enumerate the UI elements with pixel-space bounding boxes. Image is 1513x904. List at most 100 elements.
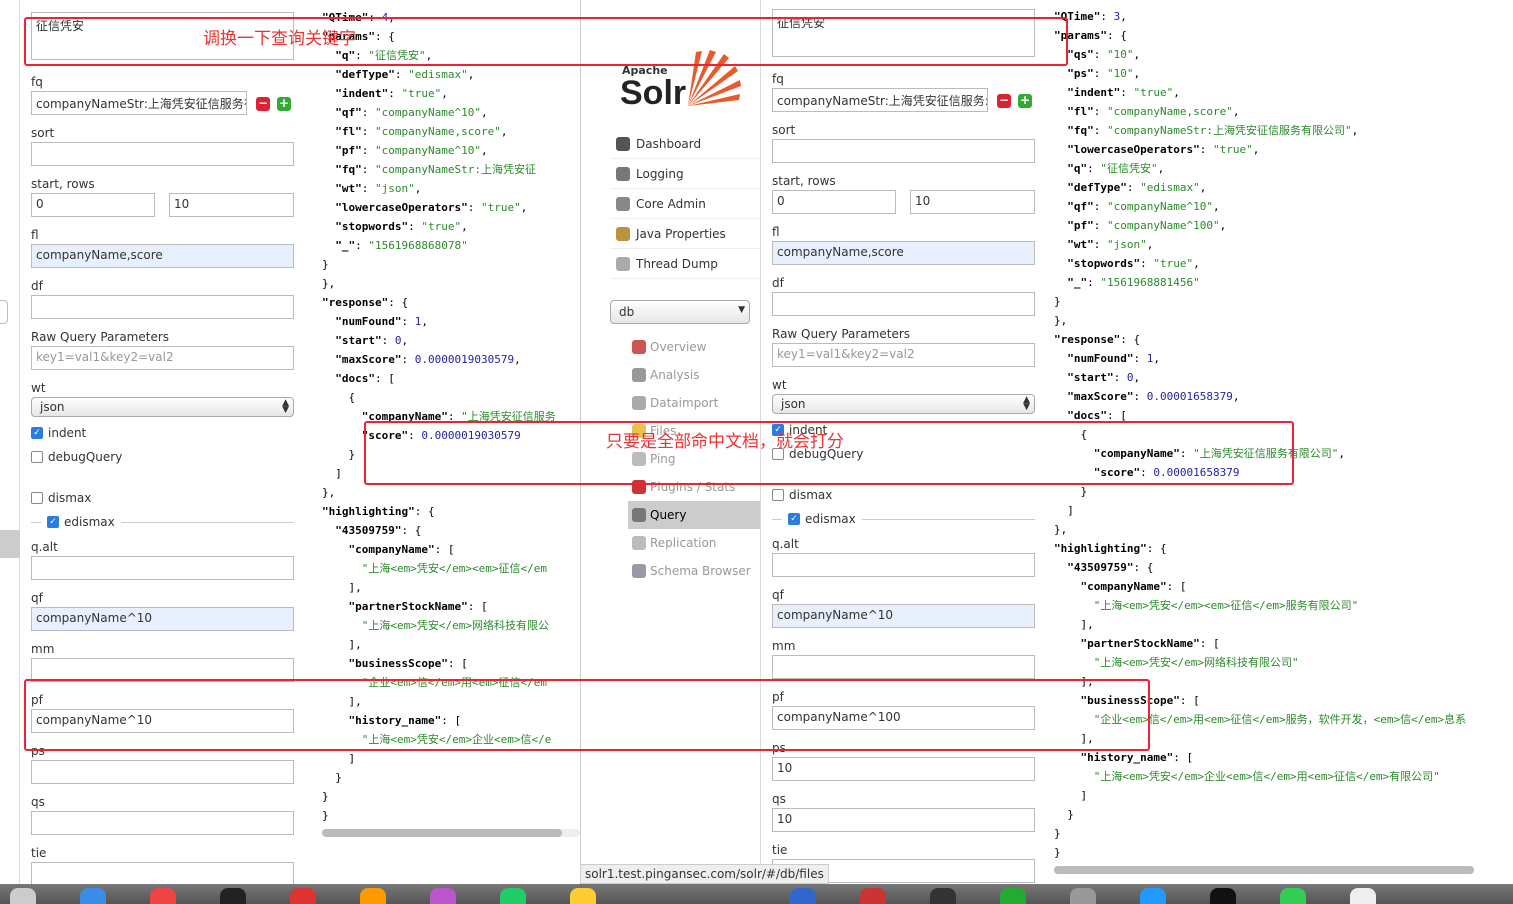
json-token: : [1133,390,1147,403]
core-menu-item-query[interactable]: Query [628,501,760,529]
dock-app-icon[interactable] [150,888,176,904]
checkbox-icon: ✓ [47,516,59,528]
core-menu-item-schema-browser[interactable]: Schema Browser [628,557,760,585]
json-line: "indent": "true", [1054,83,1513,102]
nav-item-logging[interactable]: Logging [610,159,760,189]
q-alt-input[interactable] [772,553,1035,577]
edismax-label: edismax [64,515,115,529]
core-menu-item-dataimport[interactable]: Dataimport [628,389,760,417]
qs-input[interactable] [31,811,294,835]
json-token: "stopwords" [1067,257,1141,270]
fq-input[interactable]: companyNameStr:上海凭安征信服务: [772,88,988,112]
fl-input[interactable]: companyName,score [31,244,294,268]
add-fq-button[interactable]: + [1018,94,1032,108]
dock-app-icon[interactable] [430,888,456,904]
json-line: } [1054,292,1513,311]
json-token: } [1054,846,1061,859]
fl-label: fl [772,225,780,239]
json-token: "indent" [1067,86,1121,99]
debugquery-checkbox[interactable]: debugQuery [31,450,122,464]
qs-input[interactable]: 10 [772,808,1035,832]
start-input[interactable]: 0 [772,190,896,214]
nav-item-thread-dump[interactable]: Thread Dump [610,249,760,279]
dock-app-icon[interactable] [860,888,886,904]
json-token: : [401,315,415,328]
json-token: , [467,68,475,81]
dock-app-icon[interactable] [360,888,386,904]
qf-input[interactable]: companyName^10 [31,607,294,631]
dock-app-icon[interactable] [930,888,956,904]
sort-input[interactable] [31,142,294,166]
df-input[interactable] [31,295,294,319]
dismax-checkbox[interactable]: dismax [772,488,832,502]
dock-app-icon[interactable] [1070,888,1096,904]
dock-app-icon[interactable] [790,888,816,904]
indent-checkbox[interactable]: ✓ indent [31,426,86,440]
json-line: "numFound": 1, [322,312,580,331]
dock-app-icon[interactable] [1140,888,1166,904]
remove-fq-button[interactable]: − [256,97,270,111]
json-token: : [408,220,422,233]
right-horizontal-scrollbar[interactable] [1054,866,1474,874]
fl-input[interactable]: companyName,score [772,241,1035,265]
json-line: } [322,787,580,806]
remove-fq-button[interactable]: − [997,94,1011,108]
core-menu-item-replication[interactable]: Replication [628,529,760,557]
df-input[interactable] [772,292,1035,316]
nav-item-core-admin[interactable]: Core Admin [610,189,760,219]
qf-input[interactable]: companyName^10 [772,604,1035,628]
nav-item-java-properties[interactable]: Java Properties [610,219,760,249]
qs-label: qs [31,795,45,809]
json-token: "lowercaseOperators" [335,201,468,214]
tie-input[interactable] [31,862,294,886]
core-menu-item-analysis[interactable]: Analysis [628,361,760,389]
edismax-checkbox[interactable]: ✓ edismax [788,512,856,526]
raw-query-input[interactable]: key1=val1&key2=val2 [31,346,294,370]
ps-input[interactable] [31,760,294,784]
add-fq-button[interactable]: + [277,97,291,111]
q-alt-input[interactable] [31,556,294,580]
dock-app-icon[interactable] [290,888,316,904]
dock-app-icon[interactable] [80,888,106,904]
ps-input[interactable]: 10 [772,757,1035,781]
rows-input[interactable]: 10 [910,190,1035,214]
fq-input[interactable]: companyNameStr:上海凭安征信服务有 [31,91,247,115]
dock-app-icon[interactable] [1280,888,1306,904]
json-token: "fl" [335,125,362,138]
core-menu-item-overview[interactable]: Overview [628,333,760,361]
json-token: "上海<em>凭安</em>企业<em>信</em>用<em>征信</em>有限… [1093,770,1440,783]
dock-app-icon[interactable] [570,888,596,904]
dock-app-icon[interactable] [220,888,246,904]
sort-input[interactable] [772,139,1035,163]
mm-label: mm [31,642,55,656]
fieldset-rule [31,522,41,523]
nav-item-dashboard[interactable]: Dashboard [610,129,760,159]
dismax-checkbox[interactable]: dismax [31,491,91,505]
start-input[interactable]: 0 [31,193,155,217]
dock-app-icon[interactable] [1000,888,1026,904]
raw-query-input[interactable]: key1=val1&key2=val2 [772,343,1035,367]
json-token: , [1212,200,1220,213]
json-line: "highlighting": { [322,502,580,521]
mm-input[interactable] [772,655,1035,679]
edismax-checkbox[interactable]: ✓ edismax [47,515,115,529]
dock-app-icon[interactable] [1350,888,1376,904]
core-selector[interactable]: db ▼ [610,300,750,324]
checkbox-icon: ✓ [31,427,43,439]
left-horizontal-scrollbar[interactable] [322,829,580,837]
json-token: , [1232,390,1240,403]
json-line: "params": { [1054,26,1513,45]
rows-input[interactable]: 10 [169,193,294,217]
json-token: "json" [1107,238,1147,251]
wt-select[interactable]: json ▲ ▼ [31,397,294,417]
json-token: , [1219,219,1227,232]
dock-app-icon[interactable] [10,888,36,904]
json-token: : [1093,124,1107,137]
wt-select[interactable]: json ▲ ▼ [772,394,1035,414]
dock-app-icon[interactable] [1210,888,1236,904]
dock-app-icon[interactable] [500,888,526,904]
